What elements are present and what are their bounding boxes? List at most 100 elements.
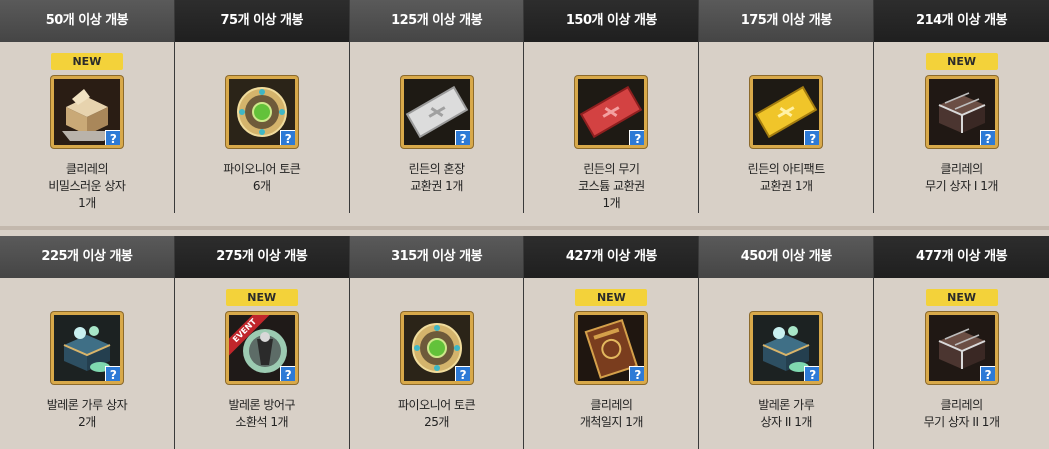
reward-threshold-header: 477개 이상 개봉 xyxy=(874,236,1049,278)
reward-threshold-header: 315개 이상 개봉 xyxy=(349,236,524,278)
reward-label-line: 교환권 1개 xyxy=(410,179,463,193)
reward-threshold-header: 427개 이상 개봉 xyxy=(524,236,699,278)
reward-label: 린든의 무기코스튬 교환권 1개 xyxy=(524,161,698,212)
help-icon[interactable]: ? xyxy=(979,366,995,381)
reward-row-1: 50개 이상 개봉 NEW? 클리레의비밀스러운 상자 1개 75개 이상 개봉? 파이오… xyxy=(0,0,1049,213)
reward-threshold-header: 175개 이상 개봉 xyxy=(699,0,874,42)
reward-threshold-header: 50개 이상 개봉 xyxy=(0,0,174,42)
reward-label: 클리레의무기 상자 II 1개 xyxy=(874,397,1049,431)
event-stone-icon: EVENT? xyxy=(225,312,298,384)
reward-label-line: 발레론 가루 xyxy=(758,398,815,412)
reward-label: 클리레의개척일지 1개 xyxy=(524,397,698,431)
reward-label-line: 상자 II 1개 xyxy=(760,415,812,429)
reward-label: 발레론 가루상자 II 1개 xyxy=(699,397,873,431)
reward-cell: 75개 이상 개봉? 파이오니어 토큰 6개 xyxy=(174,0,350,213)
reward-label-line: 교환권 1개 xyxy=(759,179,813,193)
reward-body: ? 파이오니어 토큰 25개 xyxy=(350,278,524,449)
reward-cell: 427개 이상 개봉 NEW? 클리레의개척일지 1개 xyxy=(524,236,700,449)
reward-threshold-header: 75개 이상 개봉 xyxy=(174,0,349,42)
reward-threshold-header: 214개 이상 개봉 xyxy=(874,0,1049,42)
reward-cell: 150개 이상 개봉? 린든의 무기코스튬 교환권 1개 xyxy=(524,0,700,213)
reward-label-line: 클리레의 xyxy=(65,162,109,176)
help-icon[interactable]: ? xyxy=(804,130,820,145)
reward-body: NEW? 클리레의개척일지 1개 xyxy=(524,278,698,449)
reward-label: 파이오니어 토큰 6개 xyxy=(175,161,349,195)
reward-label-line: 발레론 가루 상자 xyxy=(46,398,128,412)
reward-cell: 214개 이상 개봉 NEW? 클리레의무기 상자 I 1개 xyxy=(874,0,1049,213)
help-icon[interactable]: ? xyxy=(279,366,295,381)
reward-label-line: 린든의 혼장 xyxy=(408,162,466,176)
reward-label-line: 파이오니어 토큰 xyxy=(223,162,301,176)
powder-chest-icon: ? xyxy=(750,312,823,384)
reward-threshold-header: 450개 이상 개봉 xyxy=(699,236,874,278)
reward-label: 발레론 가루 상자 2개 xyxy=(0,397,174,431)
reward-label-line: 코스튬 교환권 xyxy=(578,179,645,193)
reward-label-line: 비밀스러운 상자 xyxy=(48,179,126,193)
box-icon: ? xyxy=(50,76,123,148)
reward-label-line: 25개 xyxy=(424,415,449,429)
reward-label-line: 무기 상자 II 1개 xyxy=(923,415,1000,429)
gold-ticket-icon: ? xyxy=(750,76,823,148)
reward-body: NEW? 클리레의비밀스러운 상자 1개 xyxy=(0,42,174,213)
reward-label-line: 개척일지 1개 xyxy=(579,415,644,429)
help-icon[interactable]: ? xyxy=(104,130,120,145)
help-icon[interactable]: ? xyxy=(804,366,820,381)
reward-body: ? 파이오니어 토큰 6개 xyxy=(175,42,349,213)
journal-icon: ? xyxy=(575,312,648,384)
reward-label: 파이오니어 토큰 25개 xyxy=(350,397,524,431)
new-badge: NEW xyxy=(925,289,998,306)
reward-body: ? 린든의 아티팩트교환권 1개 xyxy=(699,42,873,213)
help-icon[interactable]: ? xyxy=(104,366,120,381)
reward-label-line: 린든의 무기 xyxy=(583,162,640,176)
reward-label-line: 클리레의 xyxy=(940,162,983,176)
reward-threshold-header: 150개 이상 개봉 xyxy=(524,0,699,42)
reward-label-line: 1개 xyxy=(78,196,96,210)
reward-cell: 450개 이상 개봉? 발레론 가루상자 II 1개 xyxy=(699,236,875,449)
help-icon[interactable]: ? xyxy=(629,130,645,145)
help-icon[interactable]: ? xyxy=(454,130,470,145)
reward-label: 린든의 혼장교환권 1개 xyxy=(350,161,524,195)
help-icon[interactable]: ? xyxy=(454,366,470,381)
reward-label: 린든의 아티팩트교환권 1개 xyxy=(699,161,873,195)
reward-label-line: 무기 상자 I 1개 xyxy=(925,179,998,193)
new-badge: NEW xyxy=(50,53,123,70)
reward-label-line: 파이오니어 토큰 xyxy=(398,398,476,412)
reward-threshold-header: 225개 이상 개봉 xyxy=(0,236,174,278)
new-badge: NEW xyxy=(225,289,298,306)
reward-label-line: 6개 xyxy=(252,179,271,193)
new-badge: NEW xyxy=(925,53,998,70)
reward-cell: 275개 이상 개봉 NEW EVENT? 발레론 방어구소환석 1개 xyxy=(174,236,350,449)
reward-cell: 125개 이상 개봉? 린든의 혼장교환권 1개 xyxy=(349,0,525,213)
reward-label: 발레론 방어구소환석 1개 xyxy=(175,397,349,431)
reward-label-line: 2개 xyxy=(78,415,96,429)
reward-label-line: 소환석 1개 xyxy=(235,415,289,429)
pioneer-token-icon: ? xyxy=(225,76,298,148)
silver-ticket-icon: ? xyxy=(400,76,473,148)
reward-label-line: 린든의 아티팩트 xyxy=(747,162,826,176)
row-divider xyxy=(0,226,1049,230)
reward-label-line: 클리레의 xyxy=(940,398,983,412)
reward-label-line: 클리레의 xyxy=(590,398,633,412)
reward-cell: 225개 이상 개봉? 발레론 가루 상자 2개 xyxy=(0,236,175,449)
reward-body: ? 린든의 혼장교환권 1개 xyxy=(350,42,524,213)
reward-label-line: 1개 xyxy=(602,196,621,210)
reward-label-line: 발레론 방어구 xyxy=(228,398,296,412)
help-icon[interactable]: ? xyxy=(279,130,295,145)
reward-cell: 315개 이상 개봉? 파이오니어 토큰 25개 xyxy=(349,236,525,449)
new-badge: NEW xyxy=(575,289,648,306)
reward-body: NEW? 클리레의무기 상자 II 1개 xyxy=(874,278,1049,449)
reward-body: NEW? 클리레의무기 상자 I 1개 xyxy=(874,42,1049,213)
pioneer-token-icon: ? xyxy=(400,312,473,384)
reward-label: 클리레의비밀스러운 상자 1개 xyxy=(0,161,174,212)
reward-threshold-header: 125개 이상 개봉 xyxy=(349,0,524,42)
red-ticket-icon: ? xyxy=(575,76,648,148)
reward-body: NEW EVENT? 발레론 방어구소환석 1개 xyxy=(175,278,349,449)
reward-body: ? 발레론 가루 상자 2개 xyxy=(0,278,174,449)
reward-body: ? 린든의 무기코스튬 교환권 1개 xyxy=(524,42,698,213)
help-icon[interactable]: ? xyxy=(979,130,995,145)
reward-threshold-header: 275개 이상 개봉 xyxy=(174,236,349,278)
weapon-chest-icon: ? xyxy=(925,76,998,148)
reward-row-2: 225개 이상 개봉? 발레론 가루 상자 2개 275개 이상 개봉 NEW EVENT… xyxy=(0,236,1049,449)
powder-chest-icon: ? xyxy=(50,312,123,384)
help-icon[interactable]: ? xyxy=(629,366,645,381)
